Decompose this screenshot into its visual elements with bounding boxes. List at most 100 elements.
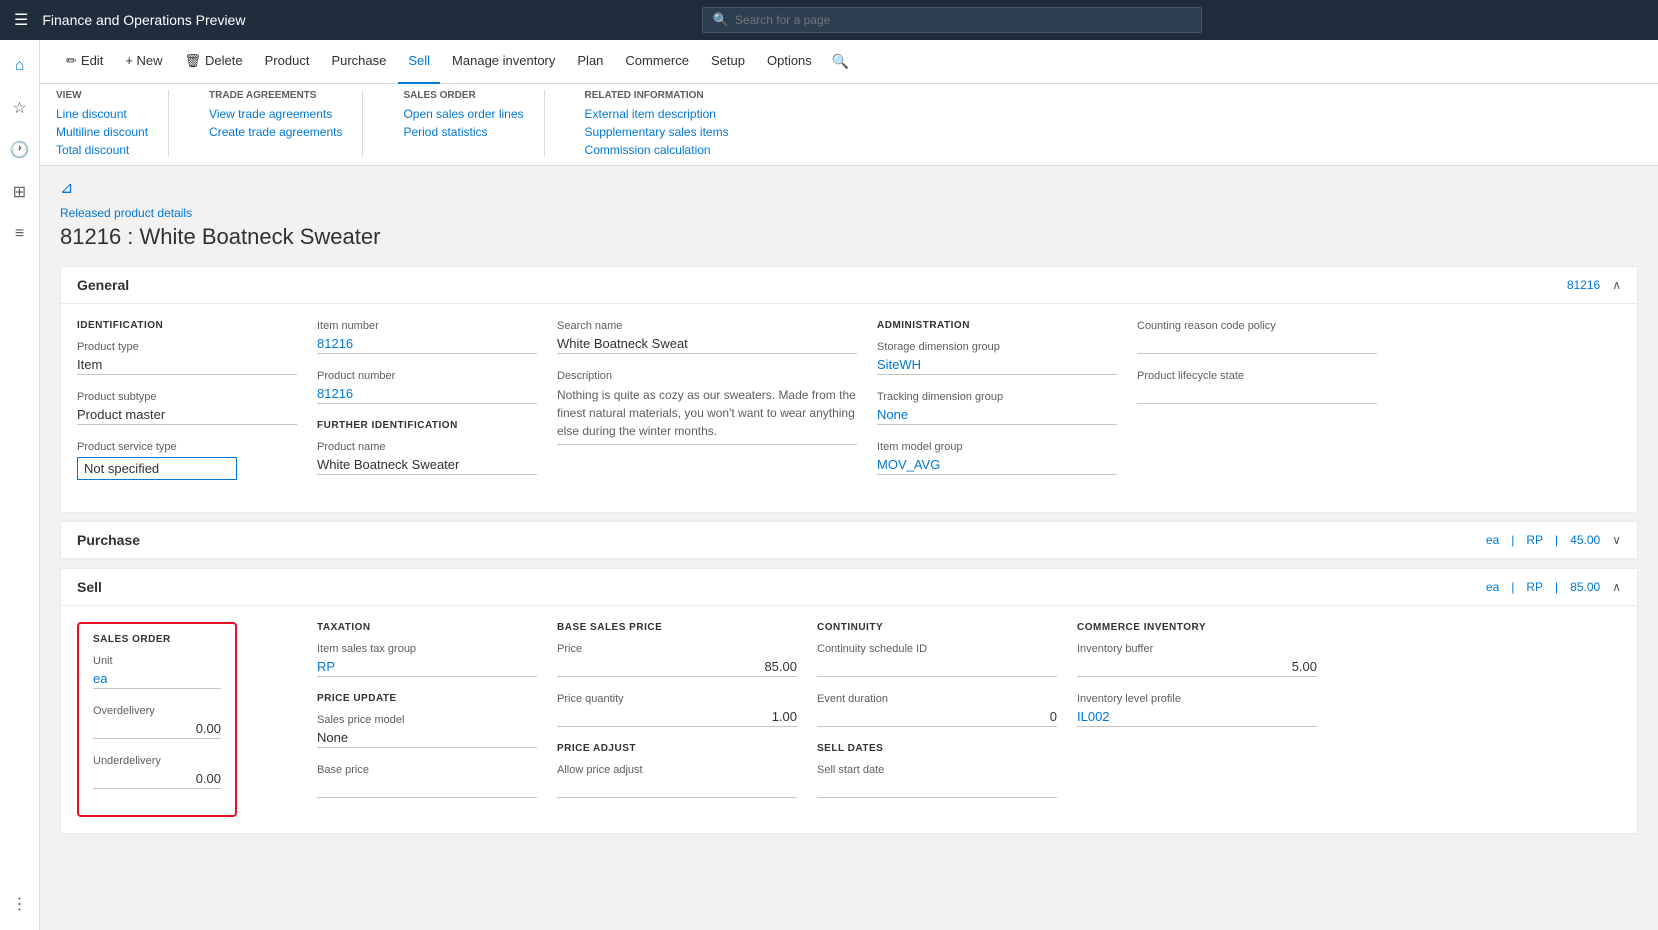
manage-inventory-button[interactable]: Manage inventory bbox=[442, 40, 565, 84]
ribbon-group-trade-title: Trade agreements bbox=[209, 90, 342, 101]
setup-button[interactable]: Setup bbox=[701, 40, 755, 84]
global-search[interactable]: 🔍 bbox=[702, 7, 1202, 33]
sidebar-workspaces-icon[interactable]: ⊞ bbox=[2, 174, 38, 210]
purchase-section-title: Purchase bbox=[77, 532, 140, 548]
underdelivery-group: Underdelivery 0.00 bbox=[93, 755, 221, 789]
breadcrumb[interactable]: Released product details bbox=[60, 206, 1638, 220]
search-name-value: White Boatneck Sweat bbox=[557, 336, 857, 354]
edit-button[interactable]: ✏ Edit bbox=[56, 40, 113, 84]
purchase-button[interactable]: Purchase bbox=[321, 40, 396, 84]
price-update-label: PRICE UPDATE bbox=[317, 693, 537, 704]
ribbon-link-period-stats[interactable]: Period statistics bbox=[403, 125, 523, 139]
sell-section-body: SALES ORDER Unit ea Overdelivery 0.00 bbox=[61, 606, 1637, 833]
storage-dim-group: Storage dimension group SiteWH bbox=[877, 341, 1117, 375]
ribbon-group-view-title: View bbox=[56, 90, 148, 101]
sidebar-recent-icon[interactable]: 🕐 bbox=[2, 132, 38, 168]
ribbon-link-create-trade[interactable]: Create trade agreements bbox=[209, 125, 342, 139]
tracking-dim-value[interactable]: None bbox=[877, 407, 1117, 425]
ribbon-link-external-item[interactable]: External item description bbox=[585, 107, 729, 121]
search-input[interactable] bbox=[735, 13, 1191, 27]
ribbon-link-total-discount[interactable]: Total discount bbox=[56, 143, 148, 157]
description-group: Description Nothing is quite as cozy as … bbox=[557, 370, 857, 445]
ribbon-link-view-trade[interactable]: View trade agreements bbox=[209, 107, 342, 121]
ribbon-link-commission[interactable]: Commission calculation bbox=[585, 143, 729, 157]
sell-rp: RP bbox=[1526, 580, 1543, 594]
inventory-buffer-group: Inventory buffer 5.00 bbox=[1077, 643, 1317, 677]
delete-icon: 🗑 bbox=[185, 53, 202, 69]
product-type-group: Product type Item bbox=[77, 341, 297, 375]
sidebar-favorites-icon[interactable]: ☆ bbox=[2, 90, 38, 126]
storage-dim-value[interactable]: SiteWH bbox=[877, 357, 1117, 375]
inventory-level-profile-label: Inventory level profile bbox=[1077, 693, 1317, 705]
allow-price-adjust-label: Allow price adjust bbox=[557, 764, 797, 776]
inventory-buffer-value: 5.00 bbox=[1077, 659, 1317, 677]
item-model-value[interactable]: MOV_AVG bbox=[877, 457, 1117, 475]
sell-section: Sell ea | RP | 85.00 ∧ bbox=[60, 568, 1638, 834]
ribbon-link-open-sales[interactable]: Open sales order lines bbox=[403, 107, 523, 121]
price-quantity-group: Price quantity 1.00 bbox=[557, 693, 797, 727]
unit-group: Unit ea bbox=[93, 655, 221, 689]
sell-button[interactable]: Sell bbox=[398, 40, 440, 84]
sales-price-model-label: Sales price model bbox=[317, 714, 537, 726]
item-sales-tax-value[interactable]: RP bbox=[317, 659, 537, 677]
inventory-buffer-label: Inventory buffer bbox=[1077, 643, 1317, 655]
base-sales-price-label: BASE SALES PRICE bbox=[557, 622, 797, 633]
plan-button[interactable]: Plan bbox=[567, 40, 613, 84]
sell-section-header[interactable]: Sell ea | RP | 85.00 ∧ bbox=[61, 569, 1637, 606]
purchase-divider2: | bbox=[1555, 533, 1558, 547]
delete-button[interactable]: 🗑 Delete bbox=[175, 40, 253, 84]
ribbon-group-related-title: Related information bbox=[585, 90, 729, 101]
purchase-price: 45.00 bbox=[1570, 533, 1600, 547]
toolbar-search-button[interactable]: 🔍 bbox=[824, 47, 857, 76]
options-button[interactable]: Options bbox=[757, 40, 822, 84]
identification-label: IDENTIFICATION bbox=[77, 320, 297, 331]
price-quantity-label: Price quantity bbox=[557, 693, 797, 705]
hamburger-menu-icon[interactable]: ☰ bbox=[10, 6, 32, 34]
main-content: ✏ Edit + New 🗑 Delete Product Purchase S… bbox=[40, 40, 1658, 930]
ribbon-group-related: Related information External item descri… bbox=[585, 90, 749, 157]
sales-order-box: SALES ORDER Unit ea Overdelivery 0.00 bbox=[77, 622, 237, 817]
new-button[interactable]: + New bbox=[115, 40, 172, 84]
purchase-chevron-icon: ∨ bbox=[1612, 533, 1621, 547]
sidebar-modules-icon[interactable]: ≡ bbox=[2, 216, 38, 252]
product-button[interactable]: Product bbox=[255, 40, 320, 84]
sell-divider2: | bbox=[1555, 580, 1558, 594]
description-label: Description bbox=[557, 370, 857, 382]
app-title: Finance and Operations Preview bbox=[42, 12, 245, 28]
ribbon-link-line-discount[interactable]: Line discount bbox=[56, 107, 148, 121]
toolbar: ✏ Edit + New 🗑 Delete Product Purchase S… bbox=[40, 40, 1658, 84]
sell-divider: | bbox=[1511, 580, 1514, 594]
taxation-label: TAXATION bbox=[317, 622, 537, 633]
base-price-label: Base price bbox=[317, 764, 537, 776]
inventory-level-profile-value[interactable]: IL002 bbox=[1077, 709, 1317, 727]
general-section-id: 81216 bbox=[1567, 278, 1600, 292]
item-number-value[interactable]: 81216 bbox=[317, 336, 537, 354]
ribbon-group-sales-title: Sales order bbox=[403, 90, 523, 101]
ribbon-link-supplementary[interactable]: Supplementary sales items bbox=[585, 125, 729, 139]
general-section-header[interactable]: General 81216 ∧ bbox=[61, 267, 1637, 304]
counting-policy-value bbox=[1137, 336, 1377, 354]
commerce-button[interactable]: Commerce bbox=[615, 40, 699, 84]
unit-value[interactable]: ea bbox=[93, 671, 221, 689]
search-name-label: Search name bbox=[557, 320, 857, 332]
product-type-value: Item bbox=[77, 357, 297, 375]
sidebar-home-icon[interactable]: ⌂ bbox=[2, 48, 38, 84]
counting-policy-label: Counting reason code policy bbox=[1137, 320, 1377, 332]
product-service-type-input[interactable] bbox=[77, 457, 237, 480]
edit-icon: ✏ bbox=[66, 53, 77, 69]
inventory-level-profile-group: Inventory level profile IL002 bbox=[1077, 693, 1317, 727]
sidebar: ⌂ ☆ 🕐 ⊞ ≡ ⋮ bbox=[0, 40, 40, 930]
top-bar: ☰ Finance and Operations Preview 🔍 bbox=[0, 0, 1658, 40]
sidebar-expand-icon[interactable]: ⋮ bbox=[2, 886, 38, 922]
base-price-value bbox=[317, 780, 537, 798]
filter-icon[interactable]: ⊿ bbox=[60, 178, 73, 198]
product-service-type-group: Product service type bbox=[77, 441, 297, 480]
product-number-label: Product number bbox=[317, 370, 537, 382]
purchase-section-header[interactable]: Purchase ea | RP | 45.00 ∨ bbox=[61, 522, 1637, 559]
sales-price-model-value: None bbox=[317, 730, 537, 748]
ribbon-link-multiline-discount[interactable]: Multiline discount bbox=[56, 125, 148, 139]
price-label: Price bbox=[557, 643, 797, 655]
storage-dim-label: Storage dimension group bbox=[877, 341, 1117, 353]
general-section-body: IDENTIFICATION Product type Item Product… bbox=[61, 304, 1637, 512]
product-number-value[interactable]: 81216 bbox=[317, 386, 537, 404]
